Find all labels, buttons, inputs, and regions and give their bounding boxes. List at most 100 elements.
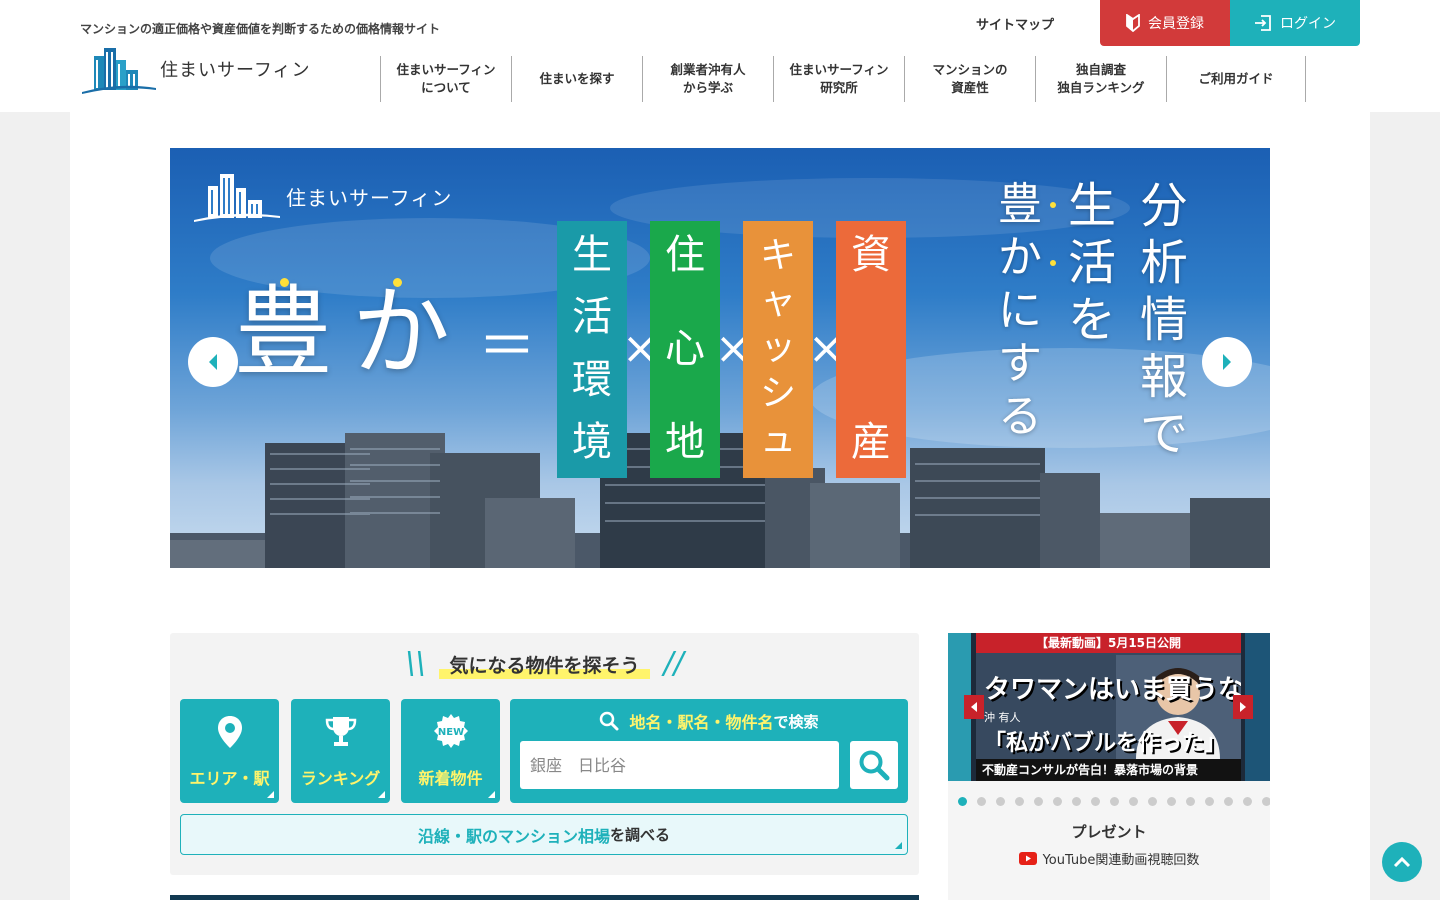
global-nav: 住まいサーフィン について 住まいを探す 創業者沖有人 から学ぶ 住まいサーフィ… — [380, 56, 1306, 102]
carousel-dot[interactable] — [1167, 797, 1176, 806]
map-pin-icon — [217, 715, 243, 753]
main-content: 住まいサーフィン 豊か ＝ 生活環境 × 住心地 × キャッシュ × 資産 分析… — [70, 112, 1370, 900]
youtube-views-link[interactable]: YouTube関連動画視聴回数 — [948, 849, 1270, 868]
carousel-dot[interactable] — [1015, 797, 1024, 806]
sitemap-link[interactable]: サイトマップ — [976, 14, 1054, 33]
search-icon — [859, 750, 890, 781]
copy-char: す — [998, 338, 1042, 389]
chevron-left-icon — [209, 354, 217, 370]
carousel-dot[interactable] — [1224, 797, 1233, 806]
tile-label: ランキング — [300, 769, 381, 788]
new-listings-button[interactable]: NEW 新着物件 — [401, 699, 500, 803]
keyword-highlight: 地名・駅名・物件名 — [629, 713, 774, 732]
pillar-comfort: 住心地 — [650, 221, 720, 478]
carousel-dot[interactable] — [1091, 797, 1100, 806]
search-icon — [599, 711, 619, 731]
building-logo-icon — [194, 174, 280, 222]
site-logo[interactable]: 住まいサーフィン — [80, 42, 320, 96]
carousel-dot[interactable] — [958, 797, 967, 806]
youtube-icon — [1018, 852, 1037, 865]
nav-about[interactable]: 住まいサーフィン について — [380, 56, 511, 102]
property-search-panel: \\ 気になる物件を探そう // エリア・駅 ランキング NEW 新着物件 地名… — [170, 633, 919, 875]
decoration-slashes: \\ — [405, 646, 426, 681]
carousel-dot[interactable] — [1205, 797, 1214, 806]
hero-copy-col-1: 分析情報で — [1140, 178, 1188, 463]
carousel-dot[interactable] — [1148, 797, 1157, 806]
search-heading: 気になる物件を探そう — [439, 655, 649, 677]
copy-char: 豊 — [998, 179, 1042, 230]
pillar-char: 産 — [851, 419, 891, 465]
pillar-cash: キャッシュ — [743, 221, 813, 478]
copy-char: 情 — [1140, 292, 1189, 348]
hero-logo: 住まいサーフィン — [192, 168, 452, 224]
video-footer: 不動産コンサルが告白！暴落市場の背景 — [976, 759, 1241, 781]
pillar-char: 住 — [665, 232, 705, 278]
carousel-dot[interactable] — [1110, 797, 1119, 806]
carousel-dot[interactable] — [1072, 797, 1081, 806]
video-slides[interactable]: 【最新動画】5月15日公開 タワマンはいま買うな 沖 有人 「私がバブルを作った… — [948, 633, 1270, 781]
line-suffix: を調べる — [610, 826, 671, 844]
line-station-price-button[interactable]: 沿線・駅のマンション相場 を調べる — [180, 814, 908, 855]
nav-asset-value[interactable]: マンションの 資産性 — [904, 56, 1035, 102]
ranking-button[interactable]: ランキング — [291, 699, 390, 803]
nav-ranking[interactable]: 独自調査 独自ランキング — [1035, 56, 1166, 102]
video-slide-current[interactable]: 【最新動画】5月15日公開 タワマンはいま買うな 沖 有人 「私がバブルを作った… — [976, 633, 1241, 781]
hero-copy-col-2: 生活を — [1068, 178, 1116, 349]
pillar-assets: 資産 — [836, 221, 906, 478]
carousel-dot[interactable] — [1053, 797, 1062, 806]
video-prev-button[interactable] — [964, 695, 984, 719]
decoration-slashes: // — [663, 646, 684, 681]
nav-guide[interactable]: ご利用ガイド — [1166, 56, 1306, 102]
search-by-area-button[interactable]: エリア・駅 — [180, 699, 279, 803]
nav-lab[interactable]: 住まいサーフィン 研究所 — [773, 56, 904, 102]
svg-text:NEW: NEW — [437, 727, 463, 738]
copy-char: に — [998, 285, 1042, 336]
hero-slider[interactable]: 住まいサーフィン 豊か ＝ 生活環境 × 住心地 × キャッシュ × 資産 分析… — [170, 148, 1270, 568]
carousel-dot[interactable] — [1034, 797, 1043, 806]
video-banner: 【最新動画】5月15日公開 — [976, 633, 1241, 653]
nav-search-home[interactable]: 住まいを探す — [511, 56, 642, 102]
hero-logo-text: 住まいサーフィン — [286, 185, 453, 210]
carousel-dot[interactable] — [1262, 797, 1270, 806]
next-section-edge — [170, 895, 919, 900]
trophy-icon — [325, 715, 357, 753]
video-next-button[interactable] — [1233, 695, 1253, 719]
carousel-dot[interactable] — [1186, 797, 1195, 806]
carousel-dot[interactable] — [977, 797, 986, 806]
carousel-dot[interactable] — [1243, 797, 1252, 806]
tile-label: 新着物件 — [418, 769, 483, 788]
login-button[interactable]: ログイン — [1230, 0, 1360, 46]
pillar-char: シ — [759, 373, 796, 414]
nav-founder[interactable]: 創業者沖有人 から学ぶ — [642, 56, 773, 102]
copy-char: 活 — [1068, 235, 1117, 291]
keyword-search-input[interactable] — [520, 741, 839, 789]
copy-char: 報 — [1140, 349, 1189, 405]
chevron-right-icon — [1223, 354, 1231, 370]
chevron-up-icon — [1393, 856, 1411, 868]
copy-char: か — [998, 232, 1042, 283]
video-carousel: 【最新動画】5月15日公開 タワマンはいま買うな 沖 有人 「私がバブルを作った… — [948, 633, 1270, 900]
copy-char: る — [998, 391, 1042, 442]
chevron-right-icon — [1240, 702, 1246, 712]
pillar-char: 心 — [665, 325, 705, 372]
video-headline-2: 「私がバブルを作った」 — [984, 731, 1227, 756]
carousel-dot[interactable] — [1129, 797, 1138, 806]
video-presenter-name: 沖 有人 — [984, 711, 1021, 724]
building-logo-icon — [82, 48, 156, 94]
carousel-dot[interactable] — [996, 797, 1005, 806]
present-heading: プレゼント — [1071, 823, 1147, 841]
scroll-to-top-button[interactable] — [1382, 842, 1422, 882]
pillar-char: ッ — [759, 327, 796, 368]
pillar-char: 境 — [572, 418, 612, 465]
pillar-char: ュ — [759, 419, 796, 460]
hero-yutaka: 豊か — [234, 276, 471, 390]
keyword-suffix: で検索 — [773, 712, 819, 731]
register-label: 会員登録 — [1148, 16, 1204, 32]
hero-next-button[interactable] — [1202, 337, 1252, 387]
pillar-char: 活 — [572, 294, 612, 341]
copy-char: 析 — [1140, 235, 1189, 291]
hero-prev-button[interactable] — [188, 337, 238, 387]
register-button[interactable]: 会員登録 — [1100, 0, 1230, 46]
keyword-search-submit[interactable] — [850, 741, 898, 789]
keyword-search-label: 地名・駅名・物件名 で検索 — [510, 709, 908, 733]
